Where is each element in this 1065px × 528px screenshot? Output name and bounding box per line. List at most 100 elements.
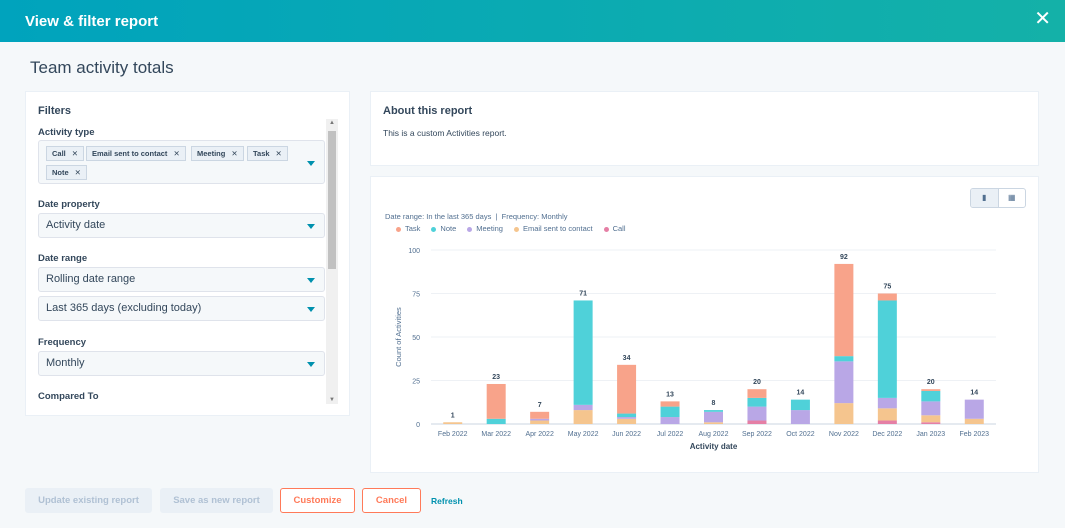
bar-segment bbox=[704, 410, 723, 412]
remove-tag-icon[interactable]: ✕ bbox=[173, 149, 179, 158]
tag-email: Email sent to contact ✕ bbox=[86, 146, 186, 161]
bar-segment bbox=[573, 300, 593, 405]
bar-segment bbox=[921, 401, 941, 416]
data-label: 23 bbox=[492, 374, 500, 381]
tag-task: Task ✕ bbox=[247, 146, 288, 161]
customize-button[interactable]: Customize bbox=[280, 488, 355, 513]
bar-segment bbox=[660, 406, 680, 418]
bar-segment bbox=[921, 390, 941, 402]
date-range-type-select[interactable]: Rolling date range bbox=[38, 267, 325, 292]
y-tick-label: 75 bbox=[412, 292, 420, 299]
bar-segment bbox=[964, 399, 984, 419]
x-tick-label: Jan 2023 bbox=[916, 431, 945, 438]
y-axis-label: Count of Activities bbox=[394, 307, 403, 367]
remove-tag-icon[interactable]: ✕ bbox=[75, 168, 81, 177]
data-label: 8 bbox=[712, 400, 716, 407]
save-as-new-report-button[interactable]: Save as new report bbox=[160, 488, 273, 513]
date-property-select[interactable]: Activity date bbox=[38, 213, 325, 238]
refresh-link[interactable]: Refresh bbox=[431, 496, 463, 506]
x-axis-label: Activity date bbox=[690, 442, 738, 451]
activity-type-multiselect[interactable]: Call ✕ Email sent to contact ✕ Meeting ✕ Ta… bbox=[38, 140, 325, 184]
data-label: 14 bbox=[970, 390, 978, 397]
data-label: 1 bbox=[451, 412, 455, 419]
bar-segment bbox=[790, 410, 810, 424]
filters-panel: Filters Activity type Call ✕ Email sent t… bbox=[25, 91, 350, 416]
data-label: 13 bbox=[666, 391, 674, 398]
x-tick-label: Jun 2022 bbox=[612, 431, 641, 438]
bar-segment bbox=[617, 364, 637, 414]
bar-segment bbox=[486, 418, 506, 424]
bar-segment bbox=[530, 411, 550, 419]
bar-segment bbox=[530, 418, 550, 421]
chevron-down-icon bbox=[307, 224, 315, 229]
bar-segment bbox=[964, 418, 984, 424]
remove-tag-icon[interactable]: ✕ bbox=[72, 149, 78, 158]
activity-type-label: Activity type bbox=[38, 127, 95, 138]
scrollbar-thumb[interactable] bbox=[328, 131, 336, 269]
remove-tag-icon[interactable]: ✕ bbox=[276, 149, 282, 158]
bar-segment bbox=[877, 420, 897, 424]
frequency-select[interactable]: Monthly bbox=[38, 351, 325, 376]
filters-heading: Filters bbox=[38, 105, 72, 117]
bar-segment bbox=[530, 420, 550, 424]
bar-segment bbox=[921, 415, 941, 423]
data-label: 14 bbox=[797, 390, 805, 397]
date-range-select[interactable]: Last 365 days (excluding today) bbox=[38, 296, 325, 321]
data-label: 7 bbox=[538, 402, 542, 409]
y-tick-label: 25 bbox=[412, 379, 420, 386]
x-tick-label: Feb 2022 bbox=[438, 431, 468, 438]
bar-segment bbox=[704, 411, 723, 423]
data-label: 34 bbox=[623, 355, 631, 362]
stacked-bar-chart: 0 25 50 75 100 Count of Activities Activity da… bbox=[394, 248, 996, 451]
y-tick-label: 100 bbox=[408, 248, 420, 255]
page-title: Team activity totals bbox=[30, 58, 174, 77]
x-tick-label: Nov 2022 bbox=[829, 431, 859, 438]
data-label: 75 bbox=[883, 284, 891, 291]
bar-segment bbox=[877, 293, 897, 301]
y-tick-label: 50 bbox=[412, 335, 420, 342]
x-tick-label: Aug 2022 bbox=[699, 431, 729, 438]
bar-segment bbox=[921, 389, 941, 391]
filters-scrollbar[interactable]: ▲ ▼ bbox=[326, 119, 338, 404]
data-label: 71 bbox=[579, 290, 587, 297]
bar-segment bbox=[834, 356, 854, 362]
x-tick-label: Feb 2023 bbox=[959, 431, 989, 438]
bar-segment bbox=[834, 403, 854, 424]
bar-segment bbox=[660, 417, 680, 424]
cancel-button[interactable]: Cancel bbox=[362, 488, 421, 513]
about-text: This is a custom Activities report. bbox=[383, 128, 507, 138]
x-tick-label: Dec 2022 bbox=[872, 431, 902, 438]
chevron-down-icon bbox=[307, 362, 315, 367]
y-tick-label: 0 bbox=[416, 422, 420, 429]
scroll-down-icon[interactable]: ▼ bbox=[329, 397, 335, 403]
bar-segment bbox=[573, 404, 593, 411]
bar-segment bbox=[834, 361, 854, 404]
close-icon[interactable]: ✕ bbox=[1034, 9, 1051, 29]
tag-meeting: Meeting ✕ bbox=[191, 146, 244, 161]
chevron-down-icon bbox=[307, 161, 315, 166]
update-existing-report-button[interactable]: Update existing report bbox=[25, 488, 152, 513]
bar-segment bbox=[617, 418, 637, 424]
bar-segment bbox=[747, 406, 767, 421]
x-tick-label: Jul 2022 bbox=[657, 431, 684, 438]
scroll-up-icon[interactable]: ▲ bbox=[329, 120, 335, 126]
bar-segment bbox=[573, 410, 593, 424]
x-tick-label: Apr 2022 bbox=[525, 431, 554, 438]
data-label: 20 bbox=[753, 379, 761, 386]
bar-segment bbox=[747, 420, 767, 424]
bar-segment bbox=[790, 399, 810, 411]
bar-segment bbox=[877, 300, 897, 398]
x-tick-label: Mar 2022 bbox=[481, 431, 511, 438]
bar-segment bbox=[617, 417, 637, 419]
bar-segment bbox=[747, 389, 767, 398]
remove-tag-icon[interactable]: ✕ bbox=[231, 149, 237, 158]
bar-segment bbox=[704, 422, 723, 424]
bar-segment bbox=[877, 408, 897, 421]
x-tick-label: May 2022 bbox=[568, 431, 599, 438]
compared-to-label: Compared To bbox=[38, 391, 99, 402]
tag-call: Call ✕ bbox=[46, 146, 85, 161]
data-label: 92 bbox=[840, 254, 848, 261]
about-panel: About this report This is a custom Activ… bbox=[370, 91, 1039, 166]
bar-segment bbox=[834, 263, 854, 357]
frequency-label: Frequency bbox=[38, 337, 87, 348]
